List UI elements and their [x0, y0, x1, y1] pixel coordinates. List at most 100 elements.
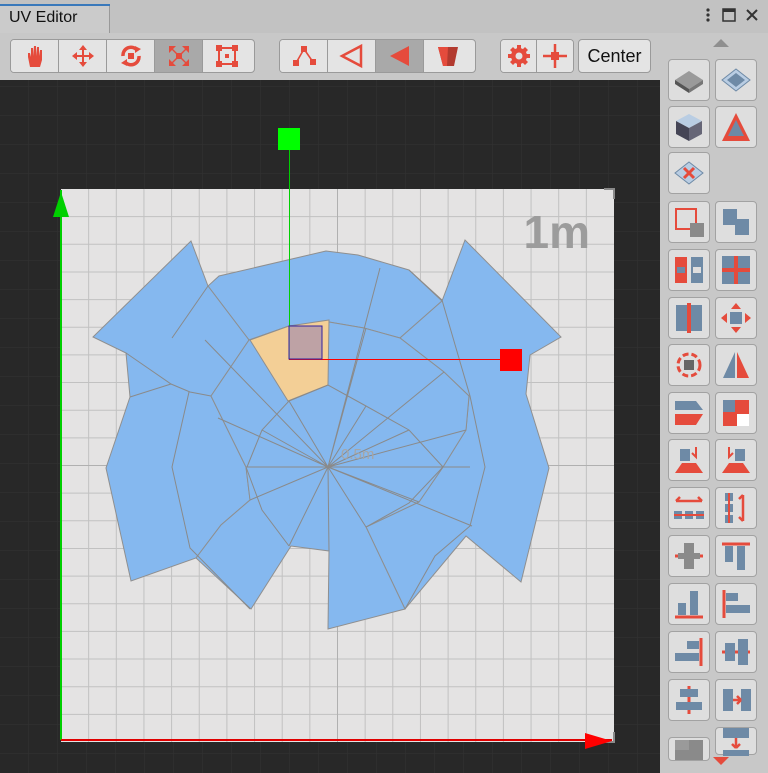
scatter-icon [676, 352, 702, 378]
align-left-icon [722, 590, 750, 618]
collapse-button[interactable] [668, 737, 710, 761]
align-right-button[interactable] [668, 631, 710, 673]
distribute-horizontal-button[interactable] [668, 487, 710, 529]
hand-icon [27, 46, 42, 67]
align-top-button[interactable] [715, 535, 757, 577]
grid-plane-icon [675, 71, 703, 93]
close-icon[interactable] [744, 7, 760, 23]
edge-icon [338, 43, 362, 69]
align-top-icon [722, 542, 750, 570]
box-3d-icon [676, 114, 702, 141]
tab-title: UV Editor [9, 9, 78, 26]
scale-icon [168, 46, 189, 66]
cross-cut-button[interactable] [715, 249, 757, 291]
gizmo-y-handle[interactable] [278, 128, 300, 150]
half-scale-label: 0.5m [341, 446, 374, 463]
step-down-right-button[interactable] [715, 439, 757, 481]
align-center-icon [675, 543, 703, 569]
toolbar: Center [0, 33, 660, 80]
texture-plane-button[interactable] [715, 59, 757, 101]
face-mode-button[interactable] [376, 40, 424, 72]
corner-select-button[interactable] [668, 201, 710, 243]
scatter-button[interactable] [668, 344, 710, 386]
align-middle-button[interactable] [715, 631, 757, 673]
split-vertical-button[interactable] [668, 249, 710, 291]
rotate-icon [120, 45, 141, 67]
move-right-icon [723, 689, 751, 711]
merge-blocks-icon [723, 209, 749, 235]
scale-tool-button[interactable] [155, 40, 203, 72]
align-center-button[interactable] [668, 535, 710, 577]
scroll-down-arrow[interactable] [713, 757, 729, 765]
separator-button[interactable] [668, 297, 710, 339]
scroll-up-arrow[interactable] [713, 39, 729, 47]
align-horizontal-button[interactable] [668, 679, 710, 721]
rect-transform-icon [216, 45, 238, 67]
move-down-button[interactable] [715, 727, 757, 756]
corner-cut-icon [723, 400, 749, 426]
move-right-button[interactable] [715, 679, 757, 721]
mirror-icon [723, 352, 749, 378]
align-bottom-icon [675, 591, 703, 619]
align-horizontal-icon [676, 686, 702, 714]
cross-cut-icon [722, 256, 750, 284]
align-left-button[interactable] [715, 583, 757, 625]
align-middle-icon [722, 639, 750, 665]
settings-button[interactable] [501, 40, 538, 72]
vertex-mode-button[interactable] [280, 40, 328, 72]
kebab-menu-icon[interactable] [700, 7, 716, 23]
grid-plane-button[interactable] [668, 59, 710, 101]
taper-button[interactable] [668, 392, 710, 434]
move-down-icon [723, 728, 749, 756]
object-icon [438, 47, 458, 66]
mirror-button[interactable] [715, 344, 757, 386]
face-icon [389, 46, 409, 66]
pivot-button[interactable] [537, 40, 573, 72]
title-bar: UV Editor [0, 0, 768, 33]
texture-plane-icon [721, 68, 751, 92]
pivot-icon [543, 44, 567, 68]
pivot-group [500, 39, 574, 73]
rect-tool-button[interactable] [203, 40, 251, 72]
edge-mode-button[interactable] [328, 40, 376, 72]
collapse-icon [675, 740, 703, 760]
split-vertical-icon [675, 257, 703, 283]
uv-viewport[interactable]: 1m 0.5m [0, 80, 660, 773]
scale-label: 1m [524, 206, 590, 258]
merge-blocks-button[interactable] [715, 201, 757, 243]
tool-sidebar [660, 33, 768, 773]
step-down-right-icon [722, 447, 750, 473]
expand-out-button[interactable] [715, 297, 757, 339]
taper-icon [675, 401, 703, 425]
gizmo-plane-handle[interactable] [288, 325, 323, 360]
gizmo-x-handle[interactable] [500, 349, 522, 371]
corner-cut-button[interactable] [715, 392, 757, 434]
vertex-icon [292, 46, 316, 66]
triangle-fill-icon [722, 113, 750, 141]
hand-tool-button[interactable] [11, 40, 59, 72]
tab-accent [0, 4, 110, 6]
move-tool-button[interactable] [59, 40, 107, 72]
move-arrows-icon [71, 45, 94, 67]
corner-select-icon [675, 208, 704, 237]
rotate-tool-button[interactable] [107, 40, 155, 72]
step-down-left-icon [675, 447, 703, 473]
triangle-fill-button[interactable] [715, 106, 757, 148]
box-3d-button[interactable] [668, 106, 710, 148]
align-right-icon [675, 638, 703, 666]
select-mode-group [279, 39, 476, 73]
separator-icon [676, 303, 702, 333]
delete-plane-icon [674, 161, 704, 185]
distribute-horizontal-icon [674, 496, 704, 519]
distribute-vertical-button[interactable] [715, 487, 757, 529]
view-tools-group [10, 39, 255, 73]
expand-out-icon [721, 303, 751, 333]
delete-plane-button[interactable] [668, 152, 710, 194]
step-down-left-button[interactable] [668, 439, 710, 481]
align-bottom-button[interactable] [668, 583, 710, 625]
object-mode-button[interactable] [424, 40, 472, 72]
pivot-center-button[interactable]: Center [578, 39, 651, 73]
gear-icon [507, 45, 530, 67]
maximize-icon[interactable] [721, 7, 737, 23]
editor-tab[interactable]: UV Editor [0, 4, 110, 33]
